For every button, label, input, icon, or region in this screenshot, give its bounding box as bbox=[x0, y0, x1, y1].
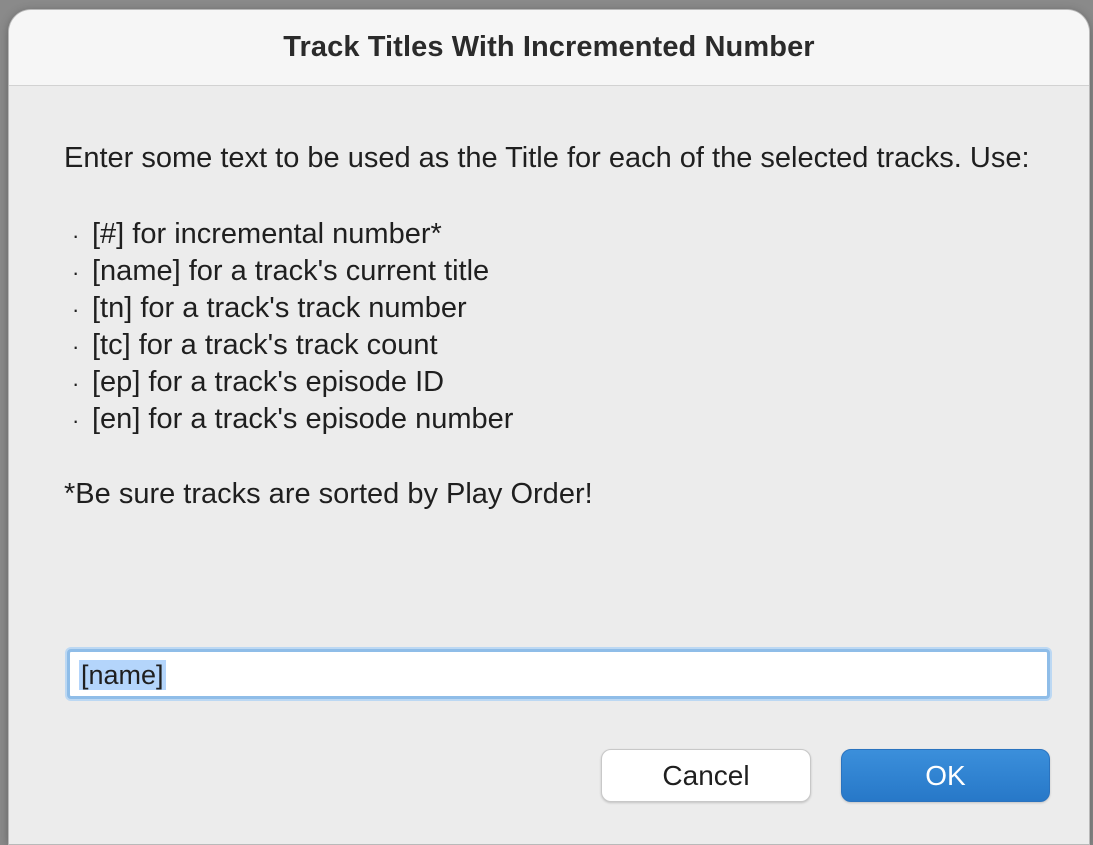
list-item-label: [en] for a track's episode number bbox=[92, 403, 514, 435]
list-item-label: [tn] for a track's track number bbox=[92, 292, 467, 324]
title-input-selected-value[interactable]: [name] bbox=[79, 660, 166, 690]
list-item: · [ep] for a track's episode ID bbox=[64, 364, 1044, 401]
bullet-icon: · bbox=[72, 223, 80, 248]
bullet-icon: · bbox=[72, 260, 80, 285]
title-input[interactable]: [name] bbox=[67, 649, 1050, 699]
intro-text: Enter some text to be used as the Title … bbox=[64, 142, 1030, 174]
ok-button[interactable]: OK bbox=[841, 749, 1050, 802]
bullet-icon: · bbox=[72, 334, 80, 359]
list-item: · [#] for incremental number* bbox=[64, 216, 1044, 253]
list-item: · [tn] for a track's track number bbox=[64, 290, 1044, 327]
list-item-label: [tc] for a track's track count bbox=[92, 329, 438, 361]
list-item: · [name] for a track's current title bbox=[64, 253, 1044, 290]
dialog-message: Enter some text to be used as the Title … bbox=[64, 140, 1044, 512]
dialog-title: Track Titles With Incremented Number bbox=[283, 31, 815, 63]
list-item: · [tc] for a track's track count bbox=[64, 327, 1044, 364]
list-item-label: [name] for a track's current title bbox=[92, 255, 490, 287]
placeholder-list: · [#] for incremental number* · [name] f… bbox=[64, 216, 1044, 438]
bullet-icon: · bbox=[72, 408, 80, 433]
cancel-button[interactable]: Cancel bbox=[601, 749, 811, 802]
bullet-icon: · bbox=[72, 297, 80, 322]
bullet-icon: · bbox=[72, 371, 80, 396]
dialog-titlebar: Track Titles With Incremented Number bbox=[9, 10, 1089, 86]
list-item: · [en] for a track's episode number bbox=[64, 401, 1044, 438]
note-text: *Be sure tracks are sorted by Play Order… bbox=[64, 478, 593, 510]
list-item-label: [ep] for a track's episode ID bbox=[92, 366, 445, 398]
list-item-label: [#] for incremental number* bbox=[92, 218, 442, 250]
dialog-window: Track Titles With Incremented Number Ent… bbox=[9, 10, 1089, 844]
